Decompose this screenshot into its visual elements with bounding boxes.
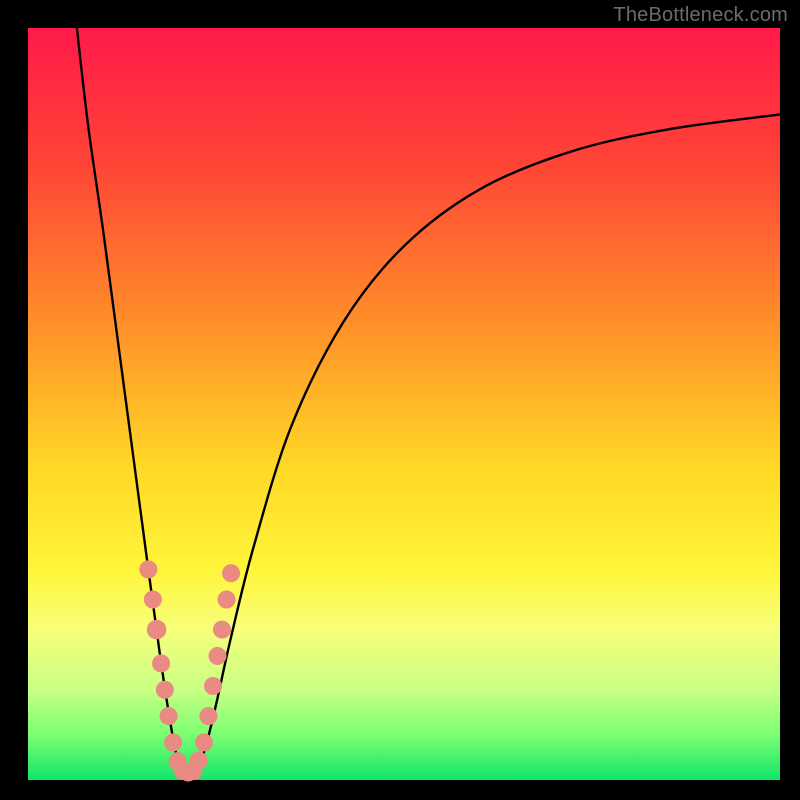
bead [156,681,174,699]
bottleneck-chart [0,0,800,800]
bead [164,733,182,751]
bead [199,707,217,725]
bead [152,654,170,672]
plot-background [28,28,780,780]
bead [204,677,222,695]
bead [139,560,157,578]
bead [222,564,240,582]
bead [160,707,178,725]
bead [195,733,213,751]
bead [213,621,231,639]
bead [144,590,162,608]
bead [147,620,167,640]
bead [190,751,208,769]
bead [218,590,236,608]
watermark-text: TheBottleneck.com [613,4,788,27]
chart-frame: TheBottleneck.com [0,0,800,800]
bead [208,647,226,665]
